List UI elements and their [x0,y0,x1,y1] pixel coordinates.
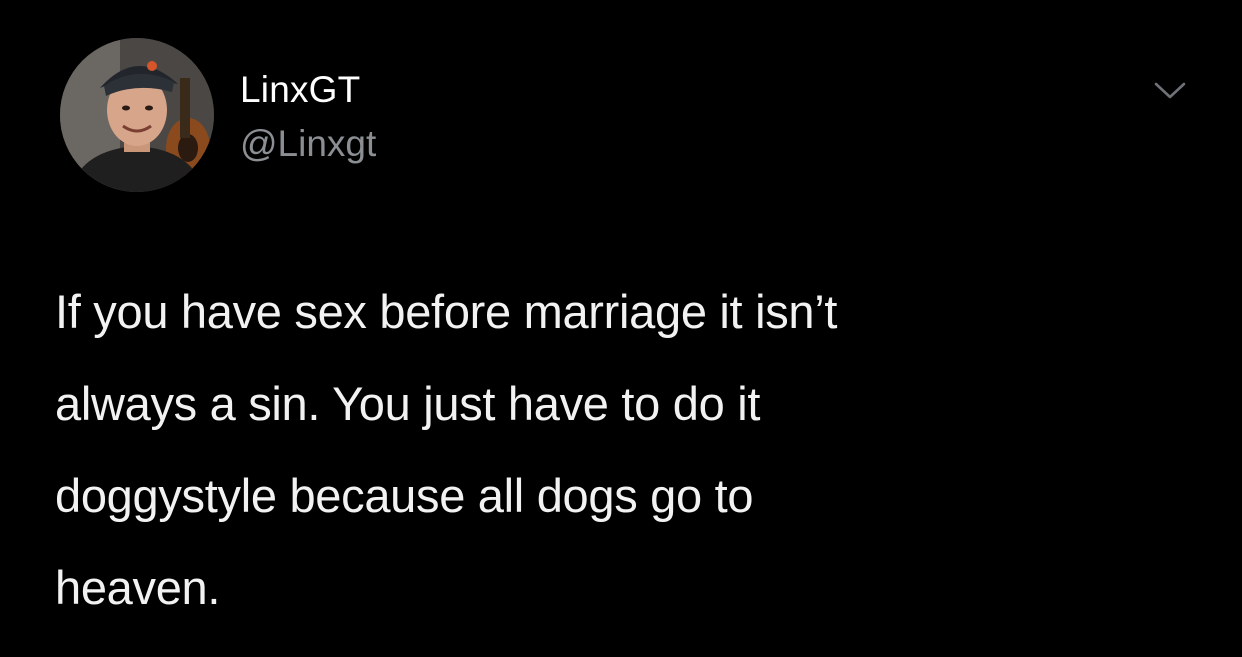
display-name[interactable]: LinxGT [240,68,360,112]
chevron-down-icon[interactable] [1148,74,1192,106]
tweet-text: If you have sex before marriage it isn’t… [55,285,838,614]
avatar[interactable] [60,38,214,192]
avatar-image [60,38,214,192]
tweet-card: LinxGT @Linxgt If you have sex before ma… [0,0,1242,657]
user-handle[interactable]: @Linxgt [240,122,376,166]
